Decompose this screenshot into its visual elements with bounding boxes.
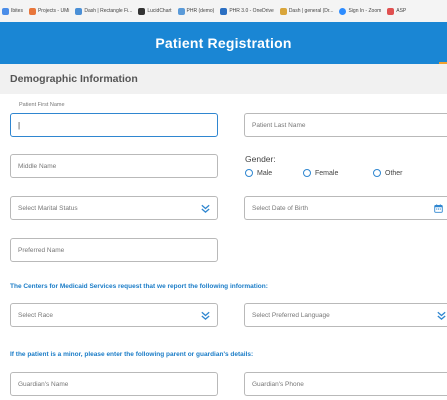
middle-name-input[interactable]: Middle Name <box>10 154 218 178</box>
guardian-name-placeholder: Guardian's Name <box>18 380 69 388</box>
bookmark-icon <box>387 7 395 15</box>
marital-status-placeholder: Select Marital Status <box>18 204 78 212</box>
bookmark-icon <box>2 7 9 15</box>
gender-radio-female[interactable]: Female <box>303 169 338 177</box>
gender-radio-other[interactable]: Other <box>373 169 403 177</box>
date-of-birth-input[interactable]: Select Date of Birth <box>244 196 447 220</box>
bookmark-icon <box>75 7 83 15</box>
bookmark-item[interactable]: PHR 3.0 - OneDrive <box>220 7 274 15</box>
bookmark-icon <box>138 7 146 15</box>
bookmark-item[interactable]: LucidChart <box>138 7 172 15</box>
first-name-input[interactable]: | <box>10 113 218 137</box>
bookmark-icon <box>279 7 287 15</box>
preferred-name-input[interactable]: Preferred Name <box>10 238 218 262</box>
radio-circle-icon <box>245 169 253 177</box>
preferred-language-select[interactable]: Select Preferred Language <box>244 303 447 327</box>
guardian-phone-input[interactable]: Guardian's Phone <box>244 372 447 396</box>
bookmark-item[interactable]: Sign In - Zoom <box>339 7 381 15</box>
last-name-input[interactable]: Patient Last Name <box>244 113 447 137</box>
bookmark-item[interactable]: Dash | general (Dr... <box>279 7 333 15</box>
race-select[interactable]: Select Race <box>10 303 218 327</box>
bookmark-icon <box>177 7 185 15</box>
bookmark-icon <box>220 7 228 15</box>
page-title: Patient Registration <box>155 35 292 51</box>
bookmark-item[interactable]: Ibites <box>2 7 23 15</box>
minor-notice: If the patient is a minor, please enter … <box>10 351 254 358</box>
bookmark-item[interactable]: PHR (demo) <box>177 7 214 15</box>
double-chevron-down-icon <box>201 204 210 214</box>
marital-status-select[interactable]: Select Marital Status <box>10 196 218 220</box>
app-header: Patient Registration <box>0 22 447 64</box>
section-title: Demographic Information <box>10 73 138 85</box>
gender-radio-male[interactable]: Male <box>245 169 272 177</box>
bookmark-icon <box>339 7 347 15</box>
gender-option-label: Other <box>385 169 403 177</box>
section-header: Demographic Information <box>0 64 447 94</box>
bookmark-item[interactable]: ASP <box>387 7 406 15</box>
gender-option-label: Male <box>257 169 273 177</box>
guardian-name-input[interactable]: Guardian's Name <box>10 372 218 396</box>
bookmarks-bar: Ibites Projects - UMi Dash | Rectangle F… <box>0 0 447 22</box>
last-name-placeholder: Patient Last Name <box>252 121 306 129</box>
cms-notice: The Centers for Medicaid Services reques… <box>10 283 268 290</box>
bookmark-item[interactable]: Projects - UMi <box>28 7 69 15</box>
gender-label: Gender: <box>245 154 276 164</box>
calendar-icon[interactable] <box>434 204 443 213</box>
bookmark-item[interactable]: Dash | Rectangle Fi... <box>75 7 132 15</box>
radio-circle-icon <box>373 169 381 177</box>
language-placeholder: Select Preferred Language <box>252 311 330 319</box>
double-chevron-down-icon <box>201 311 210 321</box>
preferred-name-placeholder: Preferred Name <box>18 246 65 254</box>
first-name-label: Patient First Name <box>19 102 65 108</box>
race-placeholder: Select Race <box>18 311 54 319</box>
dob-placeholder: Select Date of Birth <box>252 204 308 212</box>
middle-name-placeholder: Middle Name <box>18 162 57 170</box>
radio-circle-icon <box>303 169 311 177</box>
double-chevron-down-icon <box>437 311 446 321</box>
bookmark-icon <box>28 7 36 15</box>
guardian-phone-placeholder: Guardian's Phone <box>252 380 304 388</box>
gender-option-label: Female <box>315 169 339 177</box>
text-cursor: | <box>18 120 21 130</box>
